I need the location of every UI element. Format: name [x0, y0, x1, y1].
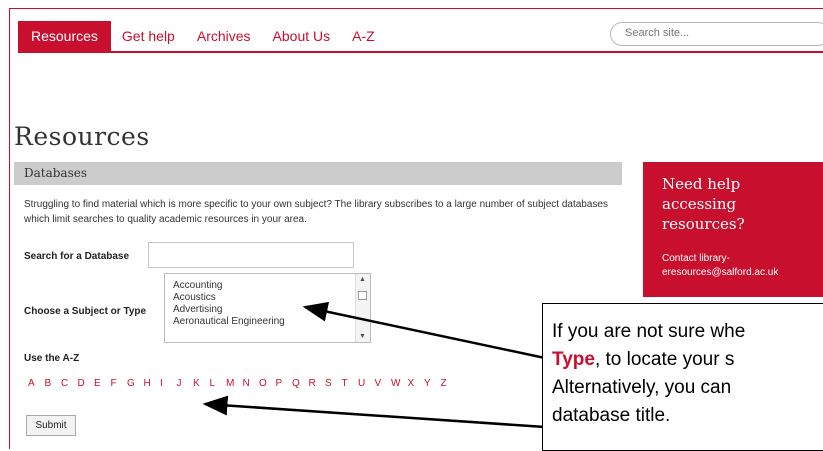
- callout-line-1: If you are not sure whe: [552, 321, 746, 342]
- callout-line-2: Type, to locate your s: [552, 346, 823, 374]
- callout-line-2-rest: , to locate your s: [594, 349, 735, 370]
- callout-line-4: database title.: [552, 405, 671, 426]
- arrow-to-az: [202, 395, 546, 429]
- arrow-to-subject-list: [302, 301, 546, 360]
- annotation-callout: If you are not sure whe Type, to locate …: [542, 303, 823, 451]
- callout-highlight: Type: [552, 349, 595, 370]
- callout-line-3: Alternatively, you can: [552, 377, 732, 398]
